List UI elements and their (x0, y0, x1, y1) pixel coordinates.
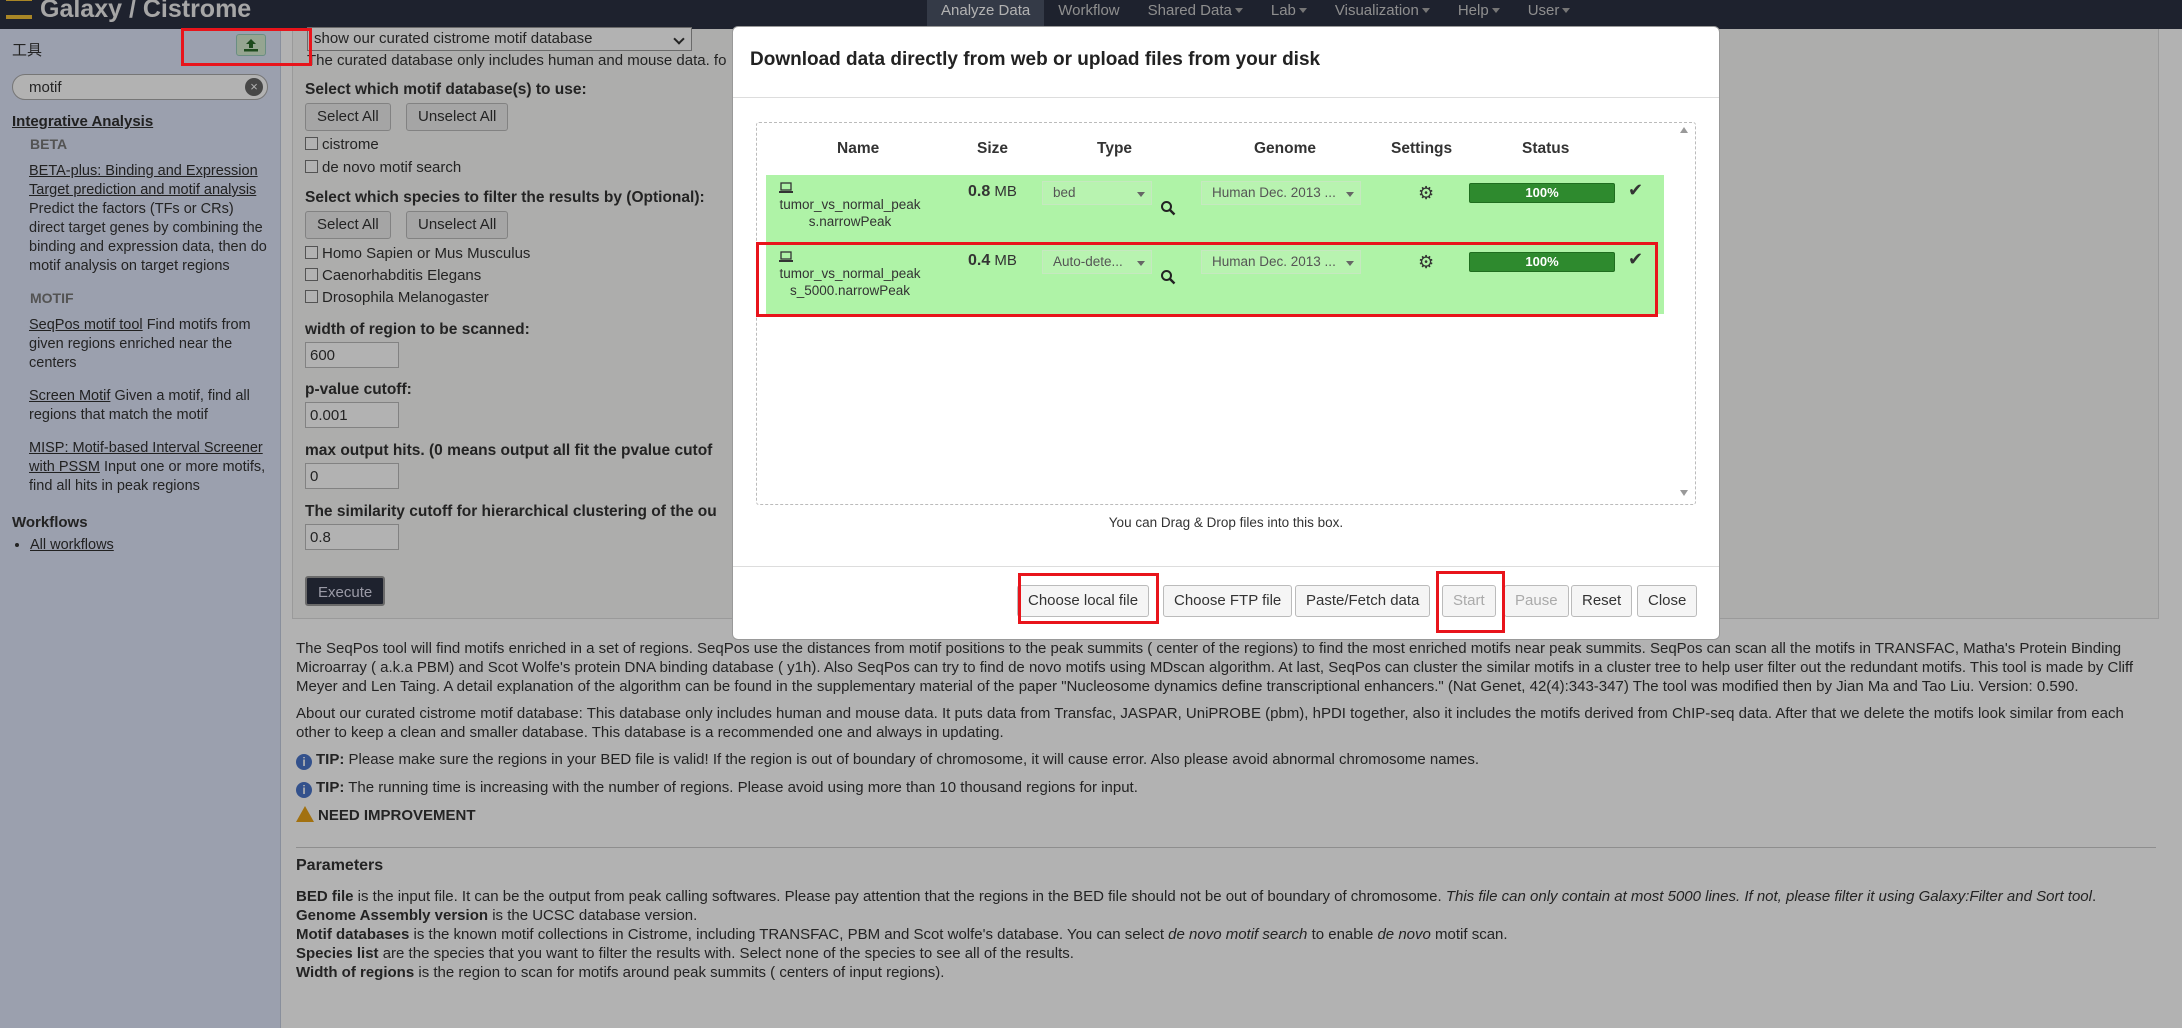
paste-fetch-button[interactable]: Paste/Fetch data (1295, 585, 1431, 617)
col-genome: Genome (1254, 140, 1317, 157)
col-settings: Settings (1391, 140, 1453, 157)
pause-button[interactable]: Pause (1504, 585, 1569, 617)
check-icon: ✔ (1628, 180, 1644, 200)
laptop-icon (779, 182, 793, 193)
col-name: Name (837, 140, 880, 157)
col-type: Type (1097, 140, 1133, 157)
footer-divider (733, 566, 1719, 567)
scroll-up-icon[interactable] (1680, 127, 1688, 133)
scroll-down-icon[interactable] (1680, 490, 1688, 496)
file-size-unit: MB (994, 183, 1017, 200)
gear-icon[interactable]: ⚙ (1418, 252, 1434, 273)
search-icon[interactable] (1160, 200, 1176, 216)
upload-dropzone[interactable]: Name Size Type Genome Settings Status tu… (756, 122, 1696, 505)
genome-select[interactable]: Human Dec. 2013 ... (1201, 250, 1361, 274)
search-icon[interactable] (1160, 269, 1176, 285)
header-divider (733, 97, 1719, 98)
file-size-unit: MB (994, 252, 1017, 269)
upload-dialog-title: Download data directly from web or uploa… (750, 49, 1321, 70)
progress-bar: 100% (1469, 183, 1615, 203)
check-icon: ✔ (1628, 249, 1644, 269)
upload-row: tumor_vs_normal_peaks_5000.narrowPeak 0.… (766, 244, 1664, 314)
choose-local-file-button[interactable]: Choose local file (1017, 585, 1150, 617)
close-button[interactable]: Close (1637, 585, 1698, 617)
choose-ftp-file-button[interactable]: Choose FTP file (1163, 585, 1293, 617)
file-type-select[interactable]: bed (1042, 181, 1152, 205)
file-size-value: 0.4 (968, 252, 991, 269)
progress-bar: 100% (1469, 252, 1615, 272)
laptop-icon (779, 251, 793, 262)
upload-dialog: Download data directly from web or uploa… (732, 26, 1720, 640)
file-name: tumor_vs_normal_peaks_5000.narrowPeak (779, 266, 921, 298)
file-size-value: 0.8 (968, 183, 991, 200)
file-size: 0.8 MB (968, 183, 1017, 201)
drag-drop-hint: You can Drag & Drop files into this box. (1108, 515, 1344, 530)
genome-select[interactable]: Human Dec. 2013 ... (1201, 181, 1361, 205)
start-button[interactable]: Start (1442, 585, 1496, 617)
col-size: Size (977, 140, 1009, 157)
file-size: 0.4 MB (968, 252, 1017, 270)
col-status: Status (1522, 140, 1570, 157)
file-type-select[interactable]: Auto-dete... (1042, 250, 1152, 274)
file-name: tumor_vs_normal_peaks.narrowPeak (779, 197, 921, 229)
gear-icon[interactable]: ⚙ (1418, 183, 1434, 204)
upload-row: tumor_vs_normal_peaks.narrowPeak 0.8 MB … (766, 175, 1664, 245)
reset-button[interactable]: Reset (1571, 585, 1633, 617)
